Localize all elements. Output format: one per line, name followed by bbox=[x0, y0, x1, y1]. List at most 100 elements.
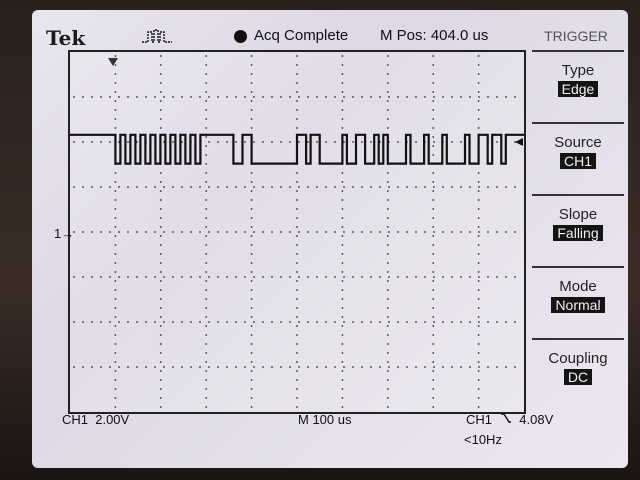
grid-dot bbox=[205, 235, 208, 237]
grid-dot bbox=[296, 397, 298, 399]
grid-dot bbox=[114, 100, 117, 102]
grid-dot bbox=[114, 325, 117, 327]
grid-dot bbox=[341, 109, 344, 111]
grid-dot bbox=[127, 186, 129, 188]
grid-dot bbox=[386, 406, 389, 408]
grid-dot bbox=[298, 276, 300, 278]
grid-dot bbox=[159, 172, 162, 174]
grid-dot bbox=[442, 231, 444, 233]
grid-dot bbox=[244, 366, 246, 368]
grid-dot bbox=[341, 280, 344, 282]
grid-dot bbox=[370, 186, 372, 188]
grid-dot bbox=[361, 321, 363, 323]
grid-dot bbox=[432, 271, 435, 273]
grid-dot bbox=[386, 217, 389, 219]
grid-dot bbox=[217, 186, 219, 188]
acquisition-dot-icon bbox=[234, 30, 247, 43]
grid-dot bbox=[514, 366, 516, 368]
grid-dot bbox=[250, 262, 253, 264]
grid-dot bbox=[298, 141, 300, 143]
grid-dot bbox=[424, 276, 426, 278]
grid-dot bbox=[114, 118, 117, 120]
grid-dot bbox=[205, 136, 208, 138]
grid-dot bbox=[159, 190, 162, 192]
grid-dot bbox=[386, 55, 389, 57]
menu-item-coupling[interactable]: Coupling DC bbox=[532, 338, 624, 406]
menu-item-type[interactable]: Type Edge bbox=[532, 50, 624, 118]
grid-dot bbox=[343, 321, 345, 323]
grid-dot bbox=[205, 406, 208, 408]
grid-dot bbox=[432, 280, 435, 282]
grid-dot bbox=[109, 276, 111, 278]
grid-dot bbox=[217, 231, 219, 233]
grid-dot bbox=[477, 253, 480, 255]
grid-dot bbox=[91, 141, 93, 143]
grid-dot bbox=[379, 321, 381, 323]
grid-dot bbox=[109, 186, 111, 188]
grid-dot bbox=[114, 289, 117, 291]
menu-item-value: Falling bbox=[553, 225, 603, 241]
menu-item-source[interactable]: Source CH1 bbox=[532, 122, 624, 190]
grid-dot bbox=[208, 141, 210, 143]
grid-dot bbox=[477, 118, 480, 120]
grid-dot bbox=[433, 96, 435, 98]
grid-dot bbox=[386, 127, 389, 129]
grid-dot bbox=[296, 379, 298, 381]
grid-dot bbox=[432, 217, 435, 219]
grid-dot bbox=[451, 141, 453, 143]
grid-dot bbox=[386, 199, 389, 201]
grid-dot bbox=[460, 141, 462, 143]
grid-dot bbox=[386, 190, 389, 192]
menu-item-slope[interactable]: Slope Falling bbox=[532, 194, 624, 262]
grid-dot bbox=[505, 231, 507, 233]
grid-dot bbox=[114, 73, 117, 75]
grid-dot bbox=[415, 321, 417, 323]
waveform-display bbox=[68, 50, 526, 414]
menu-item-value: Edge bbox=[557, 81, 599, 97]
grid-dot bbox=[325, 321, 327, 323]
grid-dot bbox=[341, 253, 344, 255]
grid-dot bbox=[386, 397, 389, 399]
grid-dot bbox=[316, 141, 318, 143]
grid-dot bbox=[208, 321, 210, 323]
menu-item-mode[interactable]: Mode Normal bbox=[532, 266, 624, 334]
grid-dot bbox=[432, 406, 435, 408]
grid-dot bbox=[432, 334, 435, 336]
grid-dot bbox=[341, 298, 344, 300]
grid-dot bbox=[289, 231, 291, 233]
grid-dot bbox=[159, 55, 162, 57]
grid-dot bbox=[370, 141, 372, 143]
grid-dot bbox=[159, 73, 162, 75]
grid-dot bbox=[477, 226, 480, 228]
grid-dot bbox=[114, 397, 117, 399]
grid-dot bbox=[250, 370, 253, 372]
grid-dot bbox=[298, 366, 300, 368]
grid-dot bbox=[432, 55, 435, 57]
grid-dot bbox=[442, 366, 444, 368]
grid-dot bbox=[114, 370, 117, 372]
grid-dot bbox=[296, 280, 298, 282]
grid-dot bbox=[341, 172, 344, 174]
grid-dot bbox=[100, 276, 102, 278]
grid-dot bbox=[205, 352, 208, 354]
grid-dot bbox=[217, 141, 219, 143]
grid-dot bbox=[154, 366, 156, 368]
grid-dot bbox=[109, 321, 111, 323]
grid-dot bbox=[289, 96, 291, 98]
grid-dot bbox=[205, 253, 208, 255]
grid-dot bbox=[487, 366, 489, 368]
grid-dot bbox=[114, 343, 117, 345]
grid-dot bbox=[316, 186, 318, 188]
grid-dot bbox=[316, 366, 318, 368]
grid-dot bbox=[325, 96, 327, 98]
grid-dot bbox=[205, 361, 208, 363]
grid-dot bbox=[250, 82, 253, 84]
grid-dot bbox=[298, 321, 300, 323]
grid-dot bbox=[316, 276, 318, 278]
grid-dot bbox=[163, 366, 165, 368]
grid-dot bbox=[370, 276, 372, 278]
grid-dot bbox=[159, 325, 162, 327]
ch1-ground-marker: 1→ bbox=[54, 226, 75, 241]
grid-dot bbox=[296, 181, 298, 183]
grid-dot bbox=[451, 321, 453, 323]
